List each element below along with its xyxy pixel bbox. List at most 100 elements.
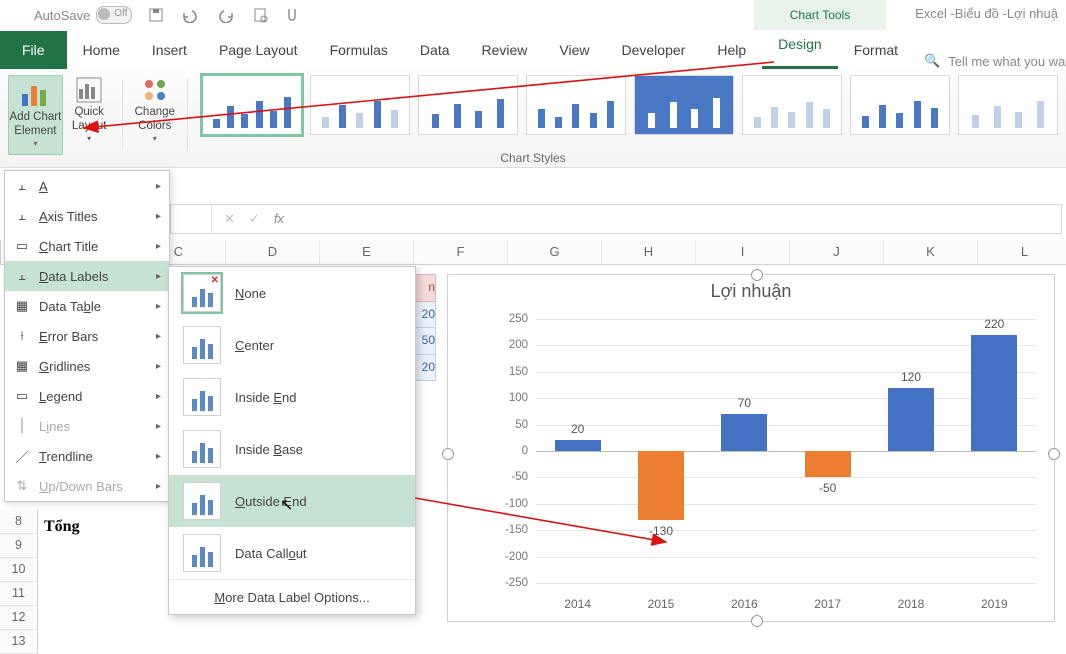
col-E[interactable]: E [320, 240, 414, 264]
embedded-chart[interactable]: Lợi nhuận -250-200-150-100-5005010015020… [447, 274, 1055, 622]
menu-error-bars[interactable]: ⟊Error Bars▸ [5, 321, 169, 351]
dl-outside-end-icon [183, 482, 221, 520]
col-F[interactable]: F [414, 240, 508, 264]
dl-none-icon: ✕ [183, 274, 221, 312]
tab-format[interactable]: Format [838, 31, 914, 69]
autosave-label: AutoSave [34, 8, 90, 23]
col-D[interactable]: D [226, 240, 320, 264]
tab-file[interactable]: File [0, 31, 67, 69]
tab-developer[interactable]: Developer [606, 31, 702, 69]
chart-style-2[interactable] [310, 75, 410, 135]
col-J[interactable]: J [790, 240, 884, 264]
row-9[interactable]: 9 [0, 534, 38, 558]
chart-bars: 202014-1302015702016-5020171202018220201… [536, 319, 1036, 583]
lines-icon: ⎮ [13, 418, 31, 434]
cell-tong[interactable]: Tổng [44, 518, 80, 536]
quick-access-toolbar [148, 7, 300, 23]
chart-style-1[interactable] [202, 75, 302, 135]
tab-help[interactable]: Help [701, 31, 762, 69]
chart-title[interactable]: Lợi nhuận [448, 281, 1054, 302]
change-colors-button[interactable]: Change Colors▾ [128, 75, 181, 153]
chart-styles-gallery[interactable] [202, 75, 1058, 135]
dl-center[interactable]: Center [169, 319, 415, 371]
chart-style-5[interactable] [634, 75, 734, 135]
save-icon[interactable] [148, 7, 164, 23]
undo-icon[interactable] [180, 7, 200, 23]
autosave-toggle[interactable]: Off [96, 6, 132, 24]
redo-icon[interactable] [216, 7, 236, 23]
fx-cancel-icon[interactable]: ✕ [224, 211, 235, 227]
plot-area[interactable]: -250-200-150-100-50050100150200250 20201… [492, 319, 1036, 583]
col-I[interactable]: I [696, 240, 790, 264]
dl-callout-icon [183, 534, 221, 572]
tab-design[interactable]: Design [762, 28, 838, 69]
data-label-2019: 220 [971, 317, 1017, 331]
axes-icon: ⫠ [13, 178, 31, 194]
print-preview-icon[interactable] [252, 7, 268, 23]
dl-data-callout[interactable]: Data Callout [169, 527, 415, 579]
row-10[interactable]: 10 [0, 558, 38, 582]
bar-2015[interactable] [638, 451, 684, 520]
chart-style-7[interactable] [850, 75, 950, 135]
dl-outside-end[interactable]: Outside End [169, 475, 415, 527]
menu-trendline[interactable]: ／Trendline▸ [5, 441, 169, 471]
axis-titles-icon: ⫠ [13, 208, 31, 224]
bar-2016[interactable] [721, 414, 767, 451]
autosave-control[interactable]: AutoSave Off [34, 6, 132, 24]
menu-legend[interactable]: ▭Legend▸ [5, 381, 169, 411]
touch-mode-icon[interactable] [284, 7, 300, 23]
x-category-2018: 2018 [881, 597, 941, 611]
bar-2019[interactable] [971, 335, 1017, 451]
trendline-icon: ／ [13, 447, 31, 466]
menu-data-table[interactable]: ▦Data Table▸ [5, 291, 169, 321]
menu-gridlines[interactable]: ▦Gridlines▸ [5, 351, 169, 381]
chart-style-6[interactable] [742, 75, 842, 135]
chart-title-icon: ▭ [13, 238, 31, 254]
row-12[interactable]: 12 [0, 606, 38, 630]
menu-axis-titles[interactable]: ⫠Axis Titles▸ [5, 201, 169, 231]
bar-2014[interactable] [555, 440, 601, 451]
bar-2018[interactable] [888, 388, 934, 451]
tab-formulas[interactable]: Formulas [314, 31, 404, 69]
updown-icon: ⇅ [13, 478, 31, 494]
tab-home[interactable]: Home [67, 31, 136, 69]
legend-icon: ▭ [13, 388, 31, 404]
x-category-2014: 2014 [548, 597, 608, 611]
tab-page-layout[interactable]: Page Layout [203, 31, 314, 69]
chart-style-3[interactable] [418, 75, 518, 135]
x-category-2016: 2016 [714, 597, 774, 611]
menu-chart-title[interactable]: ▭Chart Title▸ [5, 231, 169, 261]
tab-data[interactable]: Data [404, 31, 466, 69]
col-K[interactable]: K [884, 240, 978, 264]
bar-2017[interactable] [805, 451, 851, 477]
tab-insert[interactable]: Insert [136, 31, 203, 69]
add-chart-element-button[interactable]: Add Chart Element▾ [8, 75, 63, 155]
col-H[interactable]: H [602, 240, 696, 264]
chart-style-4[interactable] [526, 75, 626, 135]
quick-layout-button[interactable]: Quick Layout▾ [63, 75, 116, 153]
tell-me-search[interactable]: 🔍 Tell me what you wa [924, 53, 1065, 69]
menu-data-labels[interactable]: ⫠Data Labels▸ [5, 261, 169, 291]
tab-review[interactable]: Review [466, 31, 544, 69]
row-8[interactable]: 8 [0, 510, 38, 534]
dl-more-options[interactable]: More Data Label Options... [169, 579, 415, 614]
tab-view[interactable]: View [543, 31, 605, 69]
dl-none[interactable]: ✕None [169, 267, 415, 319]
row-headers[interactable]: 8 9 10 11 12 13 [0, 510, 38, 654]
menu-updown-bars: ⇅Up/Down Bars▸ [5, 471, 169, 501]
dl-inside-end[interactable]: Inside End [169, 371, 415, 423]
col-L[interactable]: L [978, 240, 1066, 264]
data-label-2014: 20 [555, 422, 601, 436]
row-13[interactable]: 13 [0, 630, 38, 654]
title-bar: AutoSave Off [0, 0, 1066, 31]
tell-me-placeholder: Tell me what you wa [948, 54, 1065, 69]
fx-label[interactable]: fx [274, 211, 284, 227]
menu-axes[interactable]: ⫠A▸ [5, 171, 169, 201]
dl-inside-base[interactable]: Inside Base [169, 423, 415, 475]
chart-style-8[interactable] [958, 75, 1058, 135]
col-G[interactable]: G [508, 240, 602, 264]
name-box[interactable] [171, 205, 212, 233]
row-11[interactable]: 11 [0, 582, 38, 606]
formula-bar[interactable]: ✕ ✓ fx [170, 204, 1062, 234]
fx-enter-icon[interactable]: ✓ [249, 211, 260, 227]
